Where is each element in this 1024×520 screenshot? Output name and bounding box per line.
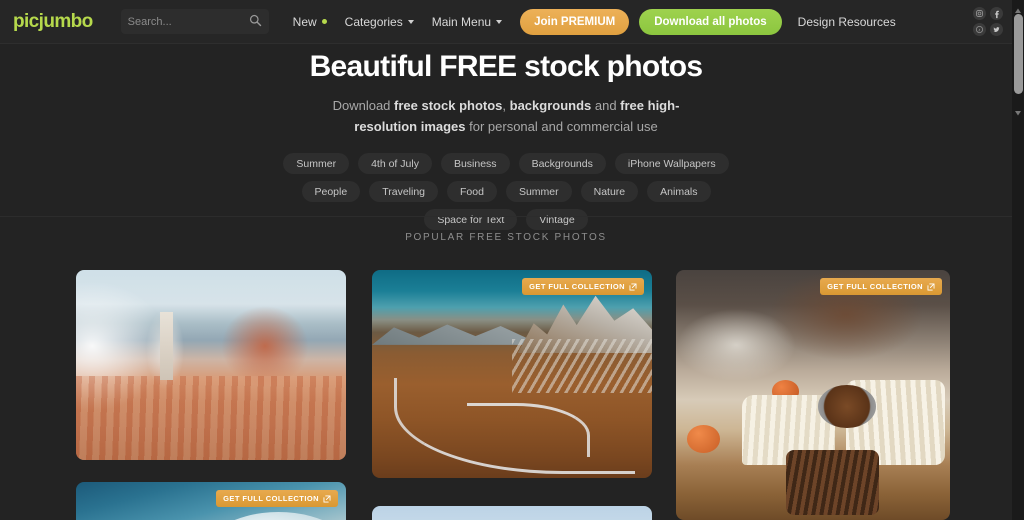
badge-label: GET FULL COLLECTION [529, 282, 625, 291]
hero-subtitle-part-1: Download [332, 98, 395, 113]
hero-subtitle: Download free stock photos, backgrounds … [331, 95, 681, 137]
nav-item-new-label: New [292, 14, 317, 29]
tag-iphone-wallpapers[interactable]: iPhone Wallpapers [614, 153, 729, 175]
hero-subtitle-part-3: , [502, 98, 510, 113]
external-link-icon [927, 283, 935, 291]
get-full-collection-badge[interactable]: GET FULL COLLECTION [820, 278, 942, 295]
tag-business[interactable]: Business [440, 153, 510, 175]
hero-subtitle-part-7: for personal and commercial use [465, 119, 658, 135]
photo-detail [76, 376, 346, 460]
photo-thumbnail [76, 270, 346, 460]
photo-card-sky-clouds[interactable]: GET FULL COLLECTION [76, 482, 346, 520]
photo-card-florence[interactable] [76, 270, 346, 460]
design-resources-link[interactable]: Design Resources [798, 15, 896, 29]
twitter-icon[interactable] [990, 23, 1003, 36]
new-badge-dot-icon [321, 19, 327, 24]
scroll-up-arrow-icon[interactable] [1014, 2, 1022, 13]
category-tag-list: Summer 4th of July Business Backgrounds … [271, 153, 741, 231]
hero-subtitle-part-5: and [591, 98, 621, 113]
get-full-collection-badge[interactable]: GET FULL COLLECTION [216, 490, 338, 507]
picjumbo-homepage: picjumbo Search... New Categories Main M… [0, 0, 1024, 520]
nav-item-categories[interactable]: Categories [345, 15, 414, 29]
nav-item-categories-label: Categories [344, 14, 403, 29]
badge-label: GET FULL COLLECTION [827, 282, 923, 291]
social-links [973, 7, 1004, 36]
page-scrollbar[interactable] [1012, 0, 1024, 520]
tag-nature[interactable]: Nature [580, 181, 639, 203]
facebook-icon[interactable] [990, 7, 1003, 20]
site-header: picjumbo Search... New Categories Main M… [0, 0, 1012, 44]
photo-detail [818, 385, 876, 428]
photo-thumbnail [676, 270, 950, 520]
photo-thumbnail [372, 270, 652, 478]
section-heading: POPULAR FREE STOCK PHOTOS [405, 232, 607, 243]
tag-backgrounds[interactable]: Backgrounds [518, 153, 606, 175]
tag-animals[interactable]: Animals [647, 181, 711, 203]
photo-detail [194, 512, 346, 520]
get-full-collection-badge[interactable]: GET FULL COLLECTION [522, 278, 644, 295]
main-navigation: New Categories Main Menu [293, 14, 503, 29]
photo-card-tiramisu[interactable]: GET FULL COLLECTION [676, 270, 950, 520]
tag-space-for-text[interactable]: Space for Text [424, 209, 518, 231]
photo-detail [372, 324, 529, 345]
nav-item-main-menu[interactable]: Main Menu [431, 14, 503, 29]
photo-detail [159, 311, 174, 381]
badge-label: GET FULL COLLECTION [223, 494, 319, 503]
nav-item-new[interactable]: New [293, 15, 327, 29]
search-input[interactable]: Search... [120, 9, 269, 34]
scroll-down-arrow-icon[interactable] [1014, 104, 1022, 116]
photo-detail [785, 450, 879, 515]
chevron-down-icon [496, 19, 503, 24]
page-title: Beautiful FREE stock photos [309, 50, 703, 83]
tag-summer[interactable]: Summer [283, 153, 350, 175]
hero-subtitle-part-2: free stock photos [394, 98, 503, 113]
instagram-icon[interactable] [973, 7, 986, 20]
chevron-down-icon [407, 19, 414, 24]
tag-summer-2[interactable]: Summer [505, 181, 572, 203]
download-all-photos-button[interactable]: Download all photos [639, 8, 782, 35]
tag-food[interactable]: Food [447, 181, 497, 203]
tag-vintage[interactable]: Vintage [526, 209, 588, 231]
tag-people[interactable]: People [301, 181, 361, 203]
search-placeholder: Search... [127, 15, 172, 28]
photo-detail [686, 425, 720, 453]
scrollbar-thumb[interactable] [1014, 14, 1023, 94]
section-divider [0, 216, 1012, 217]
hero-subtitle-part-4: backgrounds [509, 98, 592, 113]
photo-detail [238, 327, 303, 376]
photo-card-mountain-road[interactable]: GET FULL COLLECTION [372, 270, 652, 478]
external-link-icon [323, 495, 331, 503]
pinterest-icon[interactable] [973, 23, 986, 36]
photo-card-pale-sky[interactable] [372, 506, 652, 520]
tag-4th-of-july[interactable]: 4th of July [358, 153, 432, 175]
site-logo[interactable]: picjumbo [13, 11, 93, 33]
search-icon[interactable] [249, 14, 262, 27]
nav-item-main-menu-label: Main Menu [431, 14, 492, 29]
external-link-icon [629, 283, 637, 291]
photo-thumbnail [372, 506, 652, 520]
hero-section: Beautiful FREE stock photos Download fre… [0, 44, 1012, 231]
join-premium-button[interactable]: Join PREMIUM [520, 8, 630, 35]
tag-traveling[interactable]: Traveling [369, 181, 438, 203]
